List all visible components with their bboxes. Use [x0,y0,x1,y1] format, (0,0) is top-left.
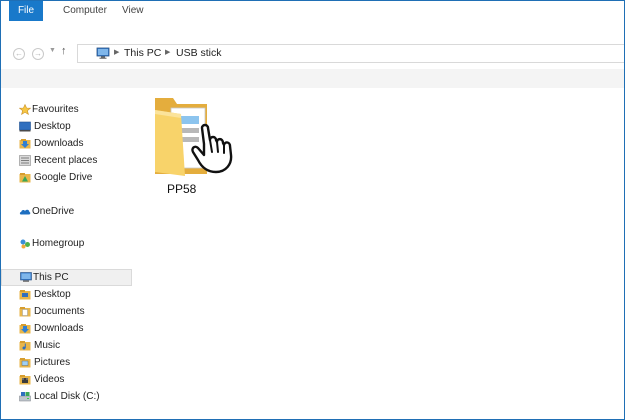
navigation-pane: Favourites Desktop Downloads Recent plac… [1,88,132,419]
downloads-icon [19,324,31,334]
sidebar-item-label: OneDrive [32,206,75,217]
this-pc-icon [96,47,110,59]
forward-button[interactable]: → [32,48,44,60]
sidebar-item-label: Favourites [32,104,79,115]
arrow-up-icon: ↑ [61,45,67,57]
documents-icon [19,307,31,317]
desktop-folder-icon [19,290,31,300]
folder-name-label[interactable]: PP58 [167,182,196,196]
sidebar-item-music[interactable]: Music [1,337,132,354]
sidebar-item-videos[interactable]: Videos [1,371,132,388]
pictures-icon [19,358,31,368]
sidebar-item-google-drive[interactable]: Google Drive [1,169,132,186]
file-explorer-window: File Computer View ← → ▼ ↑ ▶ This PC ▶ U… [0,0,625,420]
desktop-icon [19,121,31,132]
breadcrumb-usb-stick[interactable]: USB stick [176,47,222,59]
sidebar-item-onedrive[interactable]: OneDrive [1,203,132,220]
up-button[interactable]: ↑ [61,45,67,57]
command-bar [1,69,624,88]
breadcrumb-this-pc[interactable]: This PC [124,47,161,59]
onedrive-icon [19,209,31,215]
sidebar-item-label: Downloads [34,323,84,334]
sidebar-item-label: Documents [34,306,85,317]
breadcrumb-separator-icon: ▶ [165,49,171,56]
arrow-left-icon: ← [15,49,23,58]
local-disk-icon [19,392,31,402]
sidebar-item-homegroup[interactable]: Homegroup [1,235,132,252]
sidebar-item-label: Local Disk (C:) [34,391,100,402]
sidebar-item-label: Recent places [34,155,98,166]
sidebar-item-label: Google Drive [34,172,93,183]
sidebar-item-label: Downloads [34,138,84,149]
homegroup-icon [20,239,30,249]
downloads-icon [19,139,31,149]
sidebar-item-favourites[interactable]: Favourites [1,101,132,118]
breadcrumb-separator-icon: ▶ [114,49,120,56]
arrow-right-icon: → [34,49,42,58]
sidebar-item-label: Homegroup [32,238,85,249]
tab-file[interactable]: File [9,1,43,21]
sidebar-item-downloads[interactable]: Downloads [1,135,132,152]
tab-computer[interactable]: Computer [63,1,107,21]
sidebar-item-this-pc[interactable]: This PC [1,269,132,286]
sidebar-item-label: Music [34,340,61,351]
sidebar-item-documents[interactable]: Documents [1,303,132,320]
sidebar-item-pc-desktop[interactable]: Desktop [1,286,132,303]
back-button[interactable]: ← [13,48,25,60]
tab-view[interactable]: View [122,1,144,21]
sidebar-item-label: Desktop [34,289,71,300]
ribbon-tabs: File Computer View [1,1,624,21]
music-icon [19,341,31,351]
sidebar-item-desktop[interactable]: Desktop [1,118,132,135]
chevron-down-icon: ▼ [49,47,56,54]
sidebar-item-label: Pictures [34,357,71,368]
sidebar-item-pc-downloads[interactable]: Downloads [1,320,132,337]
sidebar-item-label: Videos [34,374,65,385]
sidebar-item-local-disk[interactable]: Local Disk (C:) [1,388,132,405]
sidebar-item-recent-places[interactable]: Recent places [1,152,132,169]
recent-places-icon [19,155,31,166]
this-pc-icon [20,272,32,282]
hand-cursor-icon [191,123,233,174]
sidebar-item-pictures[interactable]: Pictures [1,354,132,371]
recent-locations-button[interactable]: ▼ [49,47,56,54]
videos-icon [19,375,31,385]
google-drive-icon [19,173,31,183]
sidebar-item-label: Desktop [34,121,71,132]
star-icon [19,104,31,115]
sidebar-item-label: This PC [33,272,69,283]
